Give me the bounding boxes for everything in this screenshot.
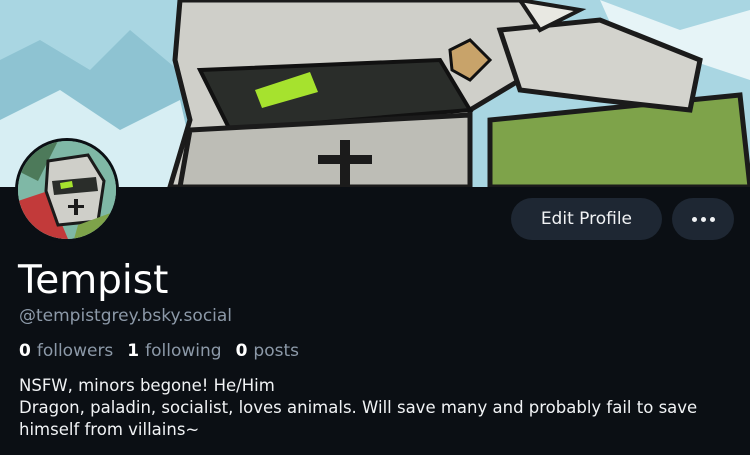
avatar[interactable] (15, 138, 119, 242)
profile-actions: Edit Profile (510, 198, 734, 240)
profile-banner[interactable] (0, 0, 750, 187)
display-name: Tempist (18, 258, 169, 303)
profile-bio: NSFW, minors begone! He/Him Dragon, pala… (19, 375, 739, 441)
profile-stats: 0 followers 1 following 0 posts (19, 341, 299, 361)
followers-stat[interactable]: 0 followers (19, 341, 113, 361)
following-label: following (145, 341, 222, 361)
edit-profile-button[interactable]: Edit Profile (510, 198, 662, 240)
posts-count: 0 (235, 341, 248, 361)
avatar-image (18, 141, 116, 239)
more-dots-icon (691, 216, 715, 222)
following-count: 1 (127, 341, 140, 361)
bio-line: Dragon, paladin, socialist, loves animal… (19, 398, 698, 417)
followers-count: 0 (19, 341, 31, 361)
posts-label: posts (253, 341, 299, 361)
more-options-button[interactable] (672, 198, 734, 240)
followers-label: followers (36, 341, 114, 361)
following-stat[interactable]: 1 following (127, 341, 221, 361)
banner-illustration (0, 0, 750, 187)
bio-line: himself from villains~ (19, 420, 200, 439)
bio-line: NSFW, minors begone! He/Him (19, 376, 275, 395)
profile-handle[interactable]: @tempistgrey.bsky.social (19, 306, 232, 326)
posts-stat: 0 posts (236, 341, 299, 361)
